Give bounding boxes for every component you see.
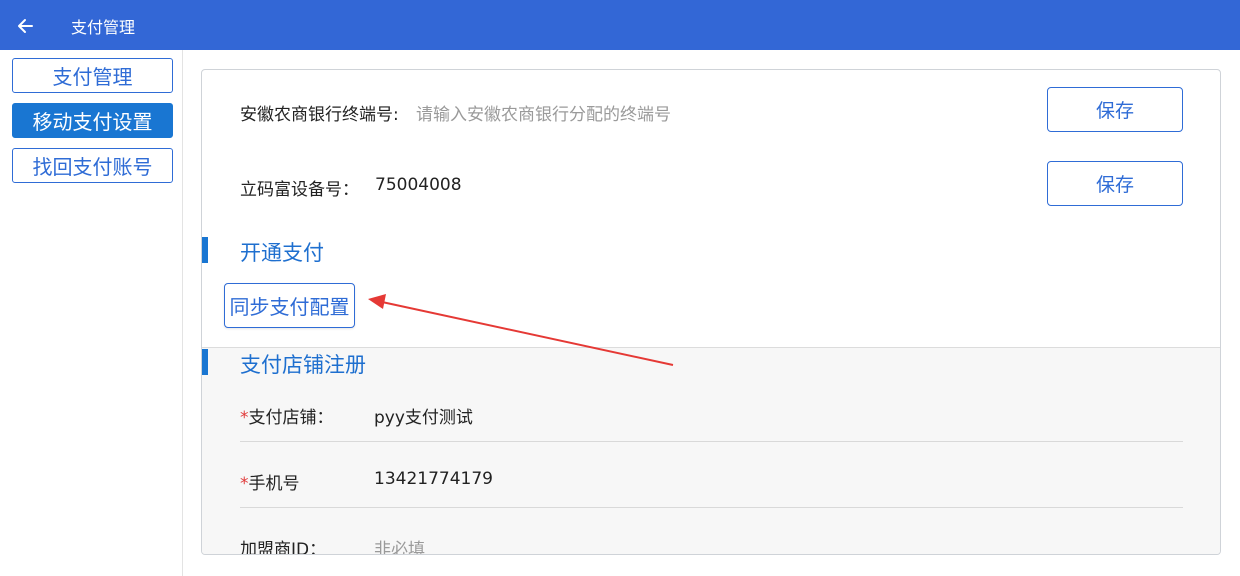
sidebar-item-mobile-payment-settings[interactable]: 移动支付设置 xyxy=(12,103,173,138)
field-divider xyxy=(240,441,1183,442)
phone-value[interactable]: 13421774179 xyxy=(374,469,493,489)
save-device-button[interactable]: 保存 xyxy=(1047,161,1183,206)
device-number-value: 75004008 xyxy=(375,175,462,195)
device-label: 立码富设备号： xyxy=(240,180,359,200)
field-label: 支付店铺： xyxy=(248,408,334,428)
sync-payment-config-button[interactable]: 同步支付配置 xyxy=(224,283,355,328)
section-marker xyxy=(202,237,208,263)
required-mark: * xyxy=(240,474,249,494)
settings-panel: 安徽农商银行终端号: 请输入安徽农商银行分配的终端号 保存 立码富设备号： 75… xyxy=(201,69,1221,555)
store-register-section xyxy=(202,348,1220,554)
franchisee-id-input[interactable]: 非必填 xyxy=(374,535,425,554)
franchisee-id-label: 加盟商ID： xyxy=(240,540,327,555)
bank-terminal-label: 安徽农商银行终端号: xyxy=(240,105,399,125)
sidebar-item-recover-payment-account[interactable]: 找回支付账号 xyxy=(12,148,173,183)
required-mark: * xyxy=(240,408,249,428)
phone-label: *手机号 xyxy=(240,469,300,494)
store-name-value[interactable]: pyy支付测试 xyxy=(374,403,473,428)
field-label: 手机号 xyxy=(248,474,300,494)
sidebar-item-payment-management[interactable]: 支付管理 xyxy=(12,58,173,93)
arrow-left-icon xyxy=(18,19,33,33)
store-register-title: 支付店铺注册 xyxy=(240,353,366,377)
page-title: 支付管理 xyxy=(71,18,136,37)
section-marker xyxy=(202,349,208,375)
save-bank-terminal-button[interactable]: 保存 xyxy=(1047,87,1183,132)
bank-terminal-input[interactable]: 请输入安徽农商银行分配的终端号 xyxy=(416,100,976,125)
back-button[interactable] xyxy=(10,10,42,42)
open-payment-title: 开通支付 xyxy=(240,241,324,265)
store-name-label: *支付店铺： xyxy=(240,403,334,428)
sidebar: 支付管理 移动支付设置 找回支付账号 xyxy=(0,50,183,576)
field-divider xyxy=(240,507,1183,508)
top-app-bar: 支付管理 xyxy=(0,0,1240,50)
